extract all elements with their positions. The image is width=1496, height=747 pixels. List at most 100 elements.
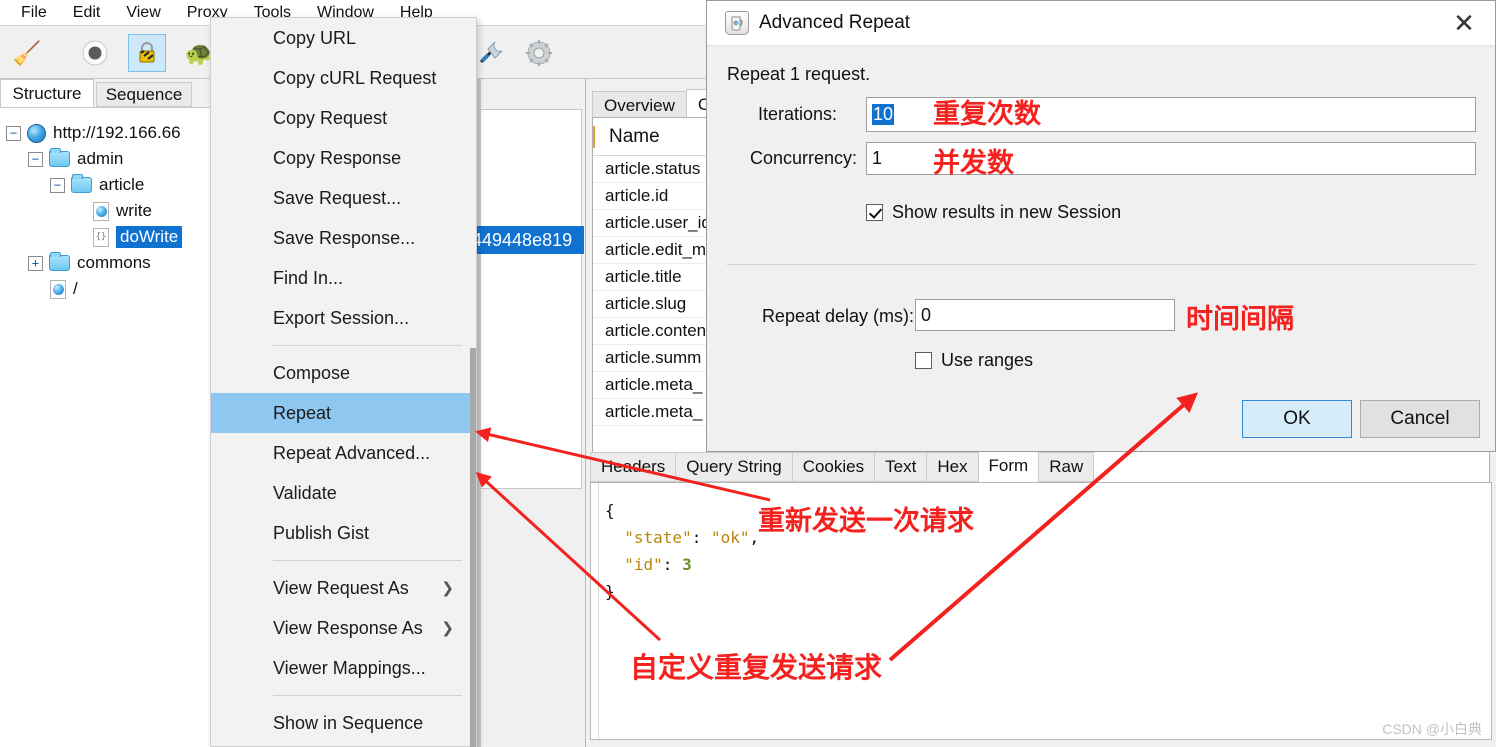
menu-label: View Response As [273, 617, 423, 638]
menu-separator [273, 345, 462, 346]
menu-export-session[interactable]: Export Session... [211, 298, 476, 338]
json-value-id: 3 [682, 555, 692, 574]
folder-icon [49, 252, 70, 271]
json-viewer: { "state": "ok", "id": 3 } [605, 501, 760, 601]
broom-icon[interactable]: 🧹 [8, 34, 46, 72]
request-body-tab-strip: Headers Query String Cookies Text Hex Fo… [590, 448, 1095, 482]
menu-separator [273, 560, 462, 561]
panel-splitter[interactable] [477, 79, 481, 747]
tab-form[interactable]: Form [977, 448, 1040, 482]
menu-viewer-mappings[interactable]: Viewer Mappings... [211, 648, 476, 688]
line-gutter [591, 483, 599, 739]
menu-save-response[interactable]: Save Response... [211, 218, 476, 258]
scrollbar-thumb[interactable] [470, 348, 476, 747]
menu-item-edit[interactable]: Edit [60, 0, 114, 25]
tree-node-label-selected: doWrite [116, 226, 183, 248]
page-code-icon: {} [93, 227, 109, 247]
json-brace-open: { [605, 501, 615, 520]
close-icon[interactable]: ✕ [1449, 10, 1479, 36]
repeat-delay-value: 0 [921, 304, 932, 325]
tab-text[interactable]: Text [874, 452, 928, 482]
menu-validate[interactable]: Validate [211, 473, 476, 513]
menu-repeat-advanced[interactable]: Repeat Advanced... [211, 433, 476, 473]
page-blue-icon [50, 279, 66, 299]
ok-button[interactable]: OK [1242, 400, 1352, 438]
menu-separator [273, 695, 462, 696]
collapse-icon[interactable]: − [50, 177, 65, 193]
tab-hex[interactable]: Hex [926, 452, 979, 482]
collapse-icon[interactable]: − [6, 125, 21, 141]
json-key-id: "id" [624, 555, 663, 574]
folder-icon [49, 148, 70, 167]
tree-node-article[interactable]: − article [0, 172, 211, 198]
menu-show-in-sequence[interactable]: Show in Sequence [211, 703, 476, 743]
annotation-repeat-custom: 自定义重复发送请求 [630, 651, 883, 684]
wrench-icon[interactable] [472, 34, 510, 72]
annotation-repeat-once: 重新发送一次请求 [758, 506, 974, 537]
menu-compose[interactable]: Compose [211, 353, 476, 393]
tree-node-label: write [116, 201, 152, 220]
tab-headers[interactable]: Headers [590, 452, 677, 482]
watermark: CSDN @小白典 [1382, 721, 1482, 737]
collapse-icon[interactable]: − [28, 151, 43, 167]
fiddler-jug-icon [725, 11, 749, 35]
menu-view-response-as[interactable]: View Response As ❯ [211, 608, 476, 648]
session-selected-cell[interactable]: 449448e819 [468, 226, 584, 254]
cancel-button[interactable]: Cancel [1360, 400, 1480, 438]
tab-raw[interactable]: Raw [1038, 452, 1095, 482]
menu-item-view[interactable]: View [113, 0, 173, 25]
annotation-iterations: 重复次数 [933, 99, 1041, 130]
checkbox-icon[interactable] [915, 352, 932, 369]
tab-structure[interactable]: Structure [0, 79, 94, 107]
dialog-titlebar[interactable]: Advanced Repeat ✕ [707, 1, 1495, 46]
menu-publish-gist[interactable]: Publish Gist [211, 513, 476, 553]
tab-query-string[interactable]: Query String [675, 452, 793, 482]
expand-icon[interactable]: + [28, 255, 43, 271]
record-icon[interactable] [76, 34, 114, 72]
gear-icon[interactable] [520, 34, 558, 72]
menu-copy-request[interactable]: Copy Request [211, 98, 476, 138]
context-menu[interactable]: Copy URL Copy cURL Request Copy Request … [210, 17, 477, 747]
tree-node-admin[interactable]: − admin [0, 146, 211, 172]
dialog-title: Advanced Repeat [759, 12, 911, 33]
tab-sequence[interactable]: Sequence [96, 82, 192, 107]
annotation-delay: 时间间隔 [1186, 304, 1294, 335]
tree-node-root[interactable]: / [0, 276, 211, 302]
column-header-name[interactable]: Name [593, 125, 660, 148]
menu-view-request-as[interactable]: View Request As ❯ [211, 568, 476, 608]
globe-icon [27, 123, 46, 143]
tab-cookies[interactable]: Cookies [791, 452, 876, 482]
tree-node-label: / [73, 279, 78, 298]
json-key-state: "state" [624, 528, 692, 547]
tab-overview[interactable]: Overview [592, 91, 687, 119]
menu-copy-curl-request[interactable]: Copy cURL Request [211, 58, 476, 98]
tree-node-commons[interactable]: + commons [0, 250, 211, 276]
lock-icon[interactable] [128, 34, 166, 72]
repeat-delay-input[interactable]: 0 [915, 299, 1175, 331]
menu-scrollbar[interactable] [470, 18, 476, 747]
structure-tree[interactable]: − http://192.166.66 − admin − article wr… [0, 107, 212, 747]
repeat-delay-label: Repeat delay (ms): [761, 306, 914, 326]
menu-copy-response[interactable]: Copy Response [211, 138, 476, 178]
iterations-label: Iterations: [757, 104, 837, 124]
json-value-state: "ok" [710, 528, 750, 547]
json-brace-close: } [605, 582, 615, 601]
show-results-checkbox[interactable]: Show results in new Session [866, 202, 1121, 223]
menu-repeat[interactable]: Repeat [211, 393, 476, 433]
checkbox-icon[interactable] [866, 204, 883, 221]
tree-node-host[interactable]: − http://192.166.66 [0, 120, 211, 146]
tree-node-label: http://192.166.66 [53, 123, 181, 142]
dialog-subtitle: Repeat 1 request. [727, 64, 871, 84]
menu-find-in[interactable]: Find In... [211, 258, 476, 298]
tree-node-label: admin [77, 149, 124, 168]
tree-node-dowrite[interactable]: {} doWrite [0, 224, 211, 250]
menu-item-file[interactable]: File [8, 0, 60, 25]
use-ranges-checkbox[interactable]: Use ranges [915, 350, 1033, 371]
menu-copy-url[interactable]: Copy URL [211, 18, 476, 58]
tree-node-write[interactable]: write [0, 198, 211, 224]
dialog-divider [727, 264, 1475, 265]
response-body-panel[interactable]: { "state": "ok", "id": 3 } [590, 482, 1492, 740]
menu-save-request[interactable]: Save Request... [211, 178, 476, 218]
folder-icon [71, 174, 92, 193]
tree-node-label: article [99, 175, 145, 194]
